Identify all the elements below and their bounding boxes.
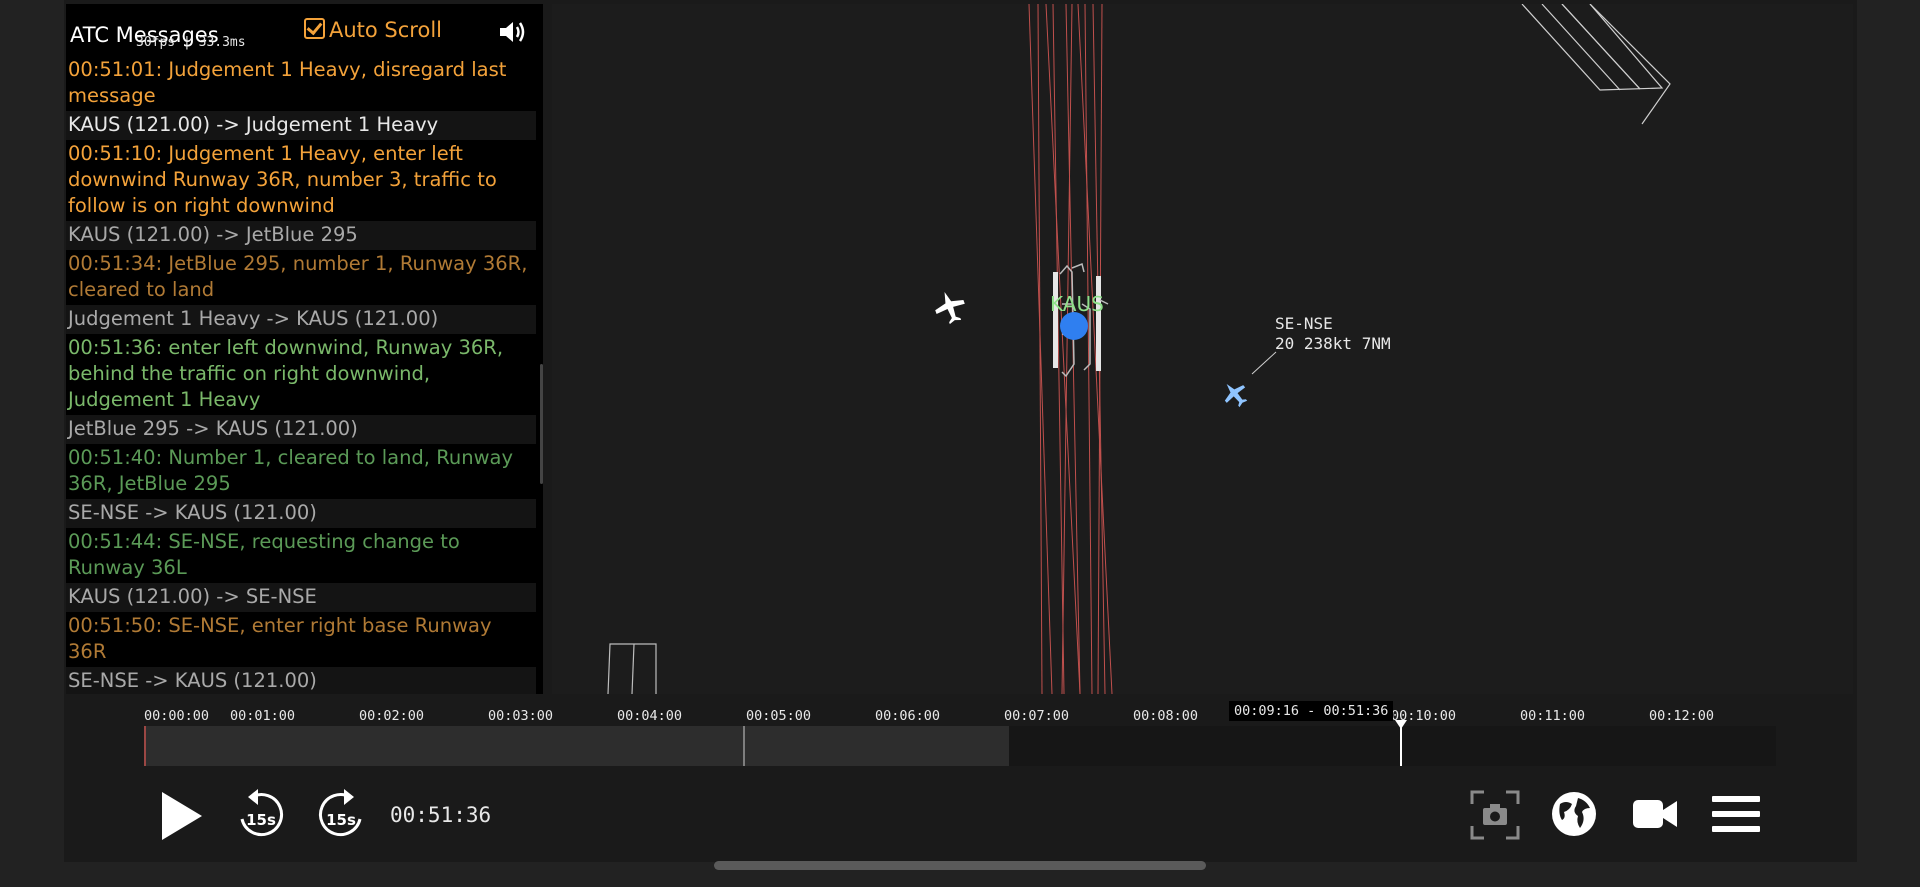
- hamburger-menu-icon: [1712, 796, 1760, 832]
- timeline-track[interactable]: [144, 720, 1776, 766]
- timeline: 00:00:00 00:01:00 00:02:00 00:03:00 00:04:00…: [64, 696, 1857, 856]
- timeline-tick-label: 00:11:00: [1520, 708, 1586, 724]
- fps-readout: 30fps | 33.3ms: [136, 35, 246, 50]
- timeline-tick-label: 00:06:00: [875, 708, 941, 724]
- time-range-tooltip: 00:09:16 - 00:51:36: [1229, 701, 1394, 721]
- auto-scroll-toggle[interactable]: Auto Scroll: [304, 18, 442, 42]
- skip-forward-15-button[interactable]: 15s: [316, 785, 366, 843]
- airport-label: KAUS: [1050, 292, 1104, 316]
- timeline-playhead[interactable]: [1394, 720, 1408, 766]
- camera-view-button[interactable]: [1632, 794, 1678, 834]
- building-outline: [607, 643, 657, 694]
- timeline-tick-label: 00:05:00: [746, 708, 812, 724]
- globe-icon: [1552, 792, 1596, 836]
- timeline-tick-label: 00:07:00: [1004, 708, 1070, 724]
- atc-message: SE-NSE -> KAUS (121.00): [66, 499, 536, 528]
- timeline-tick-label: 00:00:00: [144, 708, 210, 724]
- atc-message: 00:51:36: enter left downwind, Runway 36…: [66, 334, 536, 415]
- atc-message: JetBlue 295 -> KAUS (121.00): [66, 415, 536, 444]
- play-button[interactable]: [158, 790, 204, 842]
- terminal-structure: [1521, 4, 1671, 125]
- speaker-icon[interactable]: [498, 18, 530, 46]
- panel-header: ATC Messages 30fps | 33.3ms Auto Scroll: [66, 4, 543, 56]
- message-list: 00:51:01: Judgement 1 Heavy, disregard l…: [66, 56, 536, 694]
- aircraft-icon: [935, 291, 965, 325]
- atc-message: 00:51:50: SE-NSE, enter right base Runwa…: [66, 612, 536, 667]
- aircraft-callsign[interactable]: SE-NSE: [1275, 314, 1333, 333]
- atc-message: Judgement 1 Heavy -> KAUS (121.00): [66, 305, 536, 334]
- timeline-tick-label: 00:04:00: [617, 708, 683, 724]
- screenshot-button[interactable]: [1470, 790, 1520, 840]
- atc-message: SE-NSE -> KAUS (121.00): [66, 667, 536, 694]
- radar-map[interactable]: KAUS SE-NSE 20 238kt 7NM: [552, 4, 1853, 694]
- timeline-tick-label: 00:01:00: [230, 708, 296, 724]
- skip-back-label: 15s: [246, 811, 276, 829]
- timeline-tick-label: 00:02:00: [359, 708, 425, 724]
- aircraft-info: 20 238kt 7NM: [1275, 334, 1391, 353]
- current-time: 00:51:36: [390, 803, 492, 827]
- atc-message: 00:51:44: SE-NSE, requesting change to R…: [66, 528, 536, 583]
- atc-message: 00:51:10: Judgement 1 Heavy, enter left …: [66, 140, 536, 221]
- atc-message: 00:51:40: Number 1, cleared to land, Run…: [66, 444, 536, 499]
- timeline-tick-label: 00:03:00: [488, 708, 554, 724]
- timeline-tick-label: 00:12:00: [1649, 708, 1715, 724]
- auto-scroll-label: Auto Scroll: [329, 18, 442, 42]
- atc-message: KAUS (121.00) -> JetBlue 295: [66, 221, 536, 250]
- globe-button[interactable]: [1550, 790, 1598, 838]
- atc-message: KAUS (121.00) -> Judgement 1 Heavy: [66, 111, 536, 140]
- atc-messages-panel: ATC Messages 30fps | 33.3ms Auto Scroll …: [66, 4, 543, 694]
- camera-icon: [1470, 790, 1520, 840]
- atc-message: 00:51:34: JetBlue 295, number 1, Runway …: [66, 250, 536, 305]
- video-camera-icon: [1633, 800, 1677, 828]
- menu-button[interactable]: [1712, 794, 1760, 834]
- timeline-tick-label: 00:08:00: [1133, 708, 1199, 724]
- skip-forward-label: 15s: [326, 811, 356, 829]
- airport-marker: [1060, 312, 1088, 340]
- home-indicator[interactable]: [714, 861, 1206, 870]
- aircraft-leader-line: [1251, 351, 1277, 375]
- checkbox-checked-icon: [304, 18, 325, 39]
- aircraft-se-nse-icon: [1224, 384, 1248, 408]
- scrollbar[interactable]: [540, 364, 543, 484]
- skip-back-15-button[interactable]: 15s: [236, 785, 286, 843]
- atc-message: KAUS (121.00) -> SE-NSE: [66, 583, 536, 612]
- atc-message: 00:51:01: Judgement 1 Heavy, disregard l…: [66, 56, 536, 111]
